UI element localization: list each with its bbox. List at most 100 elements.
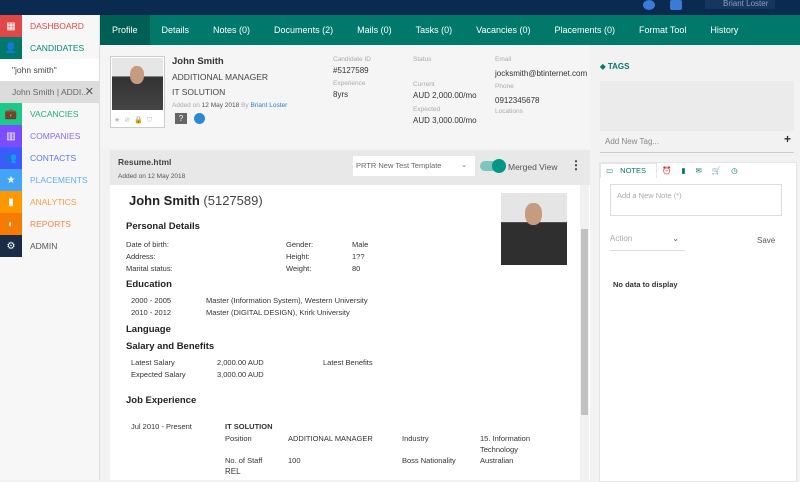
locations-field: Locations — [495, 108, 523, 115]
save-button[interactable]: Save — [757, 236, 775, 245]
education-degree: Master (DIGITAL DESIGN), Krirk Universit… — [206, 308, 350, 317]
personal-detail-0: Address: — [126, 252, 156, 261]
education-heading: Education — [126, 279, 172, 290]
sidebar: ▦ DASHBOARD 👤 CANDIDATES "john smith" John Sm… — [0, 15, 100, 480]
notes-panel: ▭ NOTES ⏰ ▮ ✉ 🛒 ◷ Add a New Note (*) ⌄ Ac… — [599, 162, 797, 482]
personal-detail-2: Male — [352, 240, 369, 249]
personal-detail-0: Marital status: — [126, 264, 173, 273]
industry-label: Industry — [402, 434, 429, 443]
close-icon[interactable]: ✕ — [85, 81, 94, 103]
job-company: IT SOLUTION — [225, 422, 273, 431]
help-icon[interactable] — [643, 0, 655, 10]
tab-notes[interactable]: Notes (0) — [201, 15, 262, 45]
sidebar-item-candidates[interactable]: 👤 CANDIDATES — [0, 37, 99, 59]
vacancies-icon: 💼 — [0, 103, 22, 125]
chat-icon[interactable] — [670, 0, 682, 10]
position-value: ADDITIONAL MANAGER — [288, 434, 373, 443]
resume-name: John Smith (5127589) — [129, 193, 263, 208]
sidebar-item-label: VACANCIES — [30, 109, 79, 119]
resume-filename: Resume.html — [118, 157, 172, 167]
expected-salary-field: Expected AUD 3,000.00/mo — [413, 106, 477, 125]
sidebar-item-vacancies[interactable]: 💼 VACANCIES — [0, 103, 99, 125]
added-info: Added on 12 May 2018 By Briant Loster — [172, 102, 288, 109]
sidebar-item-label: CONTACTS — [30, 153, 77, 163]
sidebar-item-contacts[interactable]: 👥 CONTACTS — [0, 147, 99, 169]
sidebar-item-dashboard[interactable]: ▦ DASHBOARD — [0, 15, 99, 37]
candidate-name: John Smith — [172, 56, 224, 67]
personal-detail-1: Gender: — [286, 240, 314, 249]
cart-icon[interactable]: 🛒 — [707, 166, 726, 175]
tab-vacancies[interactable]: Vacancies (0) — [464, 15, 542, 45]
candidate-title: ADDITIONAL MANAGER — [172, 72, 269, 82]
mail-icon[interactable]: ✉ — [691, 166, 707, 175]
sidebar-item-admin[interactable]: ⚙ ADMIN — [0, 235, 99, 257]
boss-nationality-label: Boss Nationality — [402, 456, 456, 465]
personal-detail-0: Date of birth: — [126, 240, 169, 249]
sidebar-item-companies[interactable]: ▥ COMPANIES — [0, 125, 99, 147]
personal-detail-1: Height: — [286, 252, 310, 261]
sidebar-item-analytics[interactable]: ▮ ANALYTICS — [0, 191, 99, 213]
tags-box — [600, 81, 794, 131]
boss-nationality-value: Australian — [480, 456, 514, 465]
add-tag-input[interactable]: Add New Tag... + — [600, 131, 794, 153]
dashboard-icon: ▦ — [0, 15, 22, 37]
tab-tasks[interactable]: Tasks (0) — [404, 15, 465, 45]
saved-search[interactable]: "john smith" — [0, 59, 99, 81]
chevron-down-icon: ⌄ — [672, 234, 679, 243]
position-label: Position — [225, 434, 252, 443]
analytics-icon: ▮ — [0, 191, 22, 213]
added-by-link[interactable]: Briant Loster — [250, 102, 287, 109]
sidebar-item-label: REPORTS — [30, 219, 71, 229]
tab-profile[interactable]: Profile — [100, 15, 150, 45]
phone-field: Phone 0912345678 — [495, 83, 540, 105]
tab-format-tool[interactable]: Format Tool — [627, 15, 698, 45]
sidebar-item-label: DASHBOARD — [30, 21, 84, 31]
sidebar-item-reports[interactable]: ◐ REPORTS — [0, 213, 99, 235]
tab-documents[interactable]: Documents (2) — [262, 15, 345, 45]
photo-action-icons[interactable]: ★⊘🔒⛉ — [114, 116, 156, 125]
resume-document: John Smith (5127589) Personal Details Da… — [110, 185, 580, 480]
latest-benefits-label: Latest Benefits — [323, 358, 373, 367]
merged-view-toggle[interactable] — [480, 159, 506, 173]
tab-placements[interactable]: Placements (0) — [542, 15, 627, 45]
candidates-icon: 👤 — [0, 37, 22, 59]
resume-scrollbar[interactable] — [580, 185, 589, 480]
alarm-icon[interactable]: ⏰ — [657, 166, 676, 175]
tags-title: ⬥ TAGS — [600, 62, 630, 71]
expected-salary-value: 3,000.00 AUD — [217, 370, 264, 379]
more-options-icon[interactable]: ⋮ — [570, 158, 582, 172]
sidebar-item-label: ADMIN — [30, 241, 58, 251]
profile-header: ★⊘🔒⛉ John Smith ADDITIONAL MANAGER IT SO… — [100, 45, 590, 148]
tab-history[interactable]: History — [698, 15, 750, 45]
companies-icon: ▥ — [0, 125, 22, 147]
user-menu[interactable]: Briant Loster — [705, 0, 775, 9]
candidate-photo: ★⊘🔒⛉ — [110, 56, 165, 128]
question-icon[interactable]: ? — [175, 113, 187, 124]
add-tag-plus-icon[interactable]: + — [784, 133, 791, 145]
new-note-input[interactable]: Add a New Note (*) — [610, 184, 782, 216]
current-salary-field: Current AUD 2,000.00/mo — [413, 81, 477, 100]
sidebar-item-placements[interactable]: ★ PLACEMENTS — [0, 169, 99, 191]
chevron-down-icon: ⌄ — [461, 162, 467, 169]
attachment-icon[interactable]: ▮ — [676, 166, 690, 175]
person-icon[interactable] — [194, 113, 205, 124]
latest-salary-label: Latest Salary — [131, 358, 175, 367]
history-icon[interactable]: ◷ — [726, 166, 743, 175]
staff-label: No. of Staff — [225, 456, 263, 465]
tab-mails[interactable]: Mails (0) — [345, 15, 404, 45]
reports-icon: ◐ — [0, 213, 22, 235]
tab-details[interactable]: Details — [150, 15, 202, 45]
action-select[interactable]: ⌄ Action — [610, 231, 685, 251]
staff-value: 100 — [288, 456, 301, 465]
education-degree: Master (Information System), Western Uni… — [206, 296, 368, 305]
sidebar-item-label: CANDIDATES — [30, 43, 85, 53]
sidebar-item-label: ANALYTICS — [30, 197, 77, 207]
personal-detail-2: 80 — [352, 264, 361, 273]
template-select[interactable]: PRTR New Test Template ⌄ — [353, 156, 475, 176]
tab-notes[interactable]: ▭ NOTES — [600, 162, 658, 178]
experience-field: Experience 8yrs — [333, 80, 366, 99]
personal-detail-1: Weight: — [286, 264, 312, 273]
open-record[interactable]: John Smith | ADDI... ✕ — [0, 81, 99, 103]
contacts-icon: 👥 — [0, 147, 22, 169]
salary-heading: Salary and Benefits — [126, 341, 215, 352]
